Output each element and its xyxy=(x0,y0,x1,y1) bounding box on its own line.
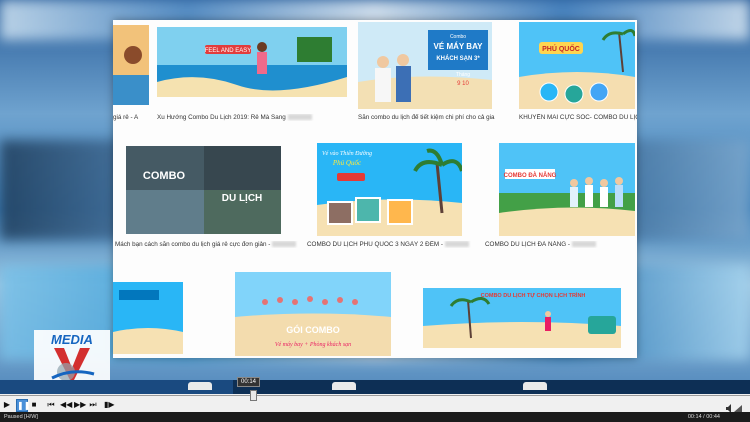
time-tooltip: 00:14 xyxy=(237,377,261,387)
time-display: 00:14 / 00:44 xyxy=(687,414,720,420)
thumb-text-phu-quoc-small: Phú Quốc xyxy=(332,159,362,167)
thumbnail-combo-da-nang[interactable]: COMBO ĐÀ NẴNG xyxy=(499,143,635,236)
thumbnail-partial-left[interactable] xyxy=(113,25,149,105)
thumb-text-ve-thien-duong: Vé vào Thiên Đường xyxy=(322,151,372,157)
volume-controls[interactable] xyxy=(726,400,742,413)
previous-button[interactable]: ⏮ xyxy=(46,399,56,410)
thumbnail-thien-duong[interactable]: Vé vào Thiên Đường Phú Quốc xyxy=(317,143,462,236)
fast-forward-button[interactable]: ▶▶ xyxy=(74,399,86,410)
caption-6[interactable]: COMBO DU LỊCH PHÚ QUỐC 3 NGÀY 2 ĐÊM - xyxy=(307,241,477,248)
thumbnail-combo-banner[interactable]: COMBO DU LỊCH TỰ CHỌN LỊCH TRÌNH xyxy=(423,288,621,348)
thumb-text-du-lich: DU LỊCH xyxy=(222,193,263,204)
chapter-marker[interactable] xyxy=(332,382,356,390)
thumb-text-khach-san: KHÁCH SẠN 3* xyxy=(436,55,480,62)
stop-button[interactable]: ■ xyxy=(29,399,39,410)
pause-button[interactable]: ❚❚ xyxy=(16,399,30,412)
status-bar: Paused [H/W] 00:14 / 00:44 xyxy=(0,412,750,422)
thumbnail-ve-may-bay[interactable]: Combo VÉ MÁY BAY KHÁCH SẠN 3* Tháng 9 10 xyxy=(358,22,492,109)
thumb-text-thang: Tháng xyxy=(456,72,470,78)
thumb-text-ve-may-bay: VÉ MÁY BAY xyxy=(434,42,484,51)
seek-track[interactable] xyxy=(0,395,750,396)
next-button[interactable]: ⏭ xyxy=(88,399,98,410)
thumbnail-combo-du-lich[interactable]: COMBO DU LỊCH xyxy=(126,146,281,234)
caption-7[interactable]: COMBO DU LỊCH ĐÀ NẴNG - xyxy=(485,241,635,248)
volume-slider-icon xyxy=(734,405,742,412)
thumb-text-goi-combo: GÓI COMBO xyxy=(286,324,340,335)
video-progress-bar[interactable] xyxy=(0,380,750,394)
playback-status: Paused [H/W] xyxy=(4,414,38,420)
thumbnail-phu-quoc[interactable]: PHÚ QUỐC xyxy=(519,22,635,109)
logo-text-media: MEDIA xyxy=(51,332,93,347)
thumb-text-combo-da-nang: COMBO ĐÀ NẴNG xyxy=(504,172,557,179)
thumbnail-partial-bottom-left[interactable] xyxy=(113,282,183,354)
video-frame[interactable]: giá rẻ - A FEEL AND EASY Xu Hướng Combo … xyxy=(0,0,750,380)
thumb-text-feel-and-easy: FEEL AND EASY xyxy=(205,48,251,54)
caption-3[interactable]: Săn combo du lịch để tiết kiệm chi phí c… xyxy=(358,114,508,121)
caption-2[interactable]: Xu Hướng Combo Du Lịch 2019: Rẻ Mà Sang xyxy=(157,114,357,121)
thumb-text-combo: COMBO xyxy=(143,170,186,182)
thumbnail-goi-combo[interactable]: GÓI COMBO Vé máy bay + Phòng khách sạn xyxy=(235,272,391,356)
thumb-text-combo-small: Combo xyxy=(450,34,466,40)
frame-step-button[interactable]: ▮▶ xyxy=(104,399,115,410)
caption-1[interactable]: giá rẻ - A xyxy=(113,114,153,121)
media-v-logo: MEDIA xyxy=(34,328,110,380)
thumb-text-ve-may-bay-ks: Vé máy bay + Phòng khách sạn xyxy=(275,342,351,348)
thumb-text-thang-num: 9 10 xyxy=(457,81,469,87)
caption-5[interactable]: Mách bạn cách săn combo du lịch giá rẻ c… xyxy=(115,241,305,248)
thumb-text-combo-banner: COMBO DU LỊCH TỰ CHỌN LỊCH TRÌNH xyxy=(481,291,586,299)
caption-4[interactable]: KHUYẾN MÃI CỰC SỐC- COMBO DU LỊC xyxy=(519,114,637,121)
search-results-panel: giá rẻ - A FEEL AND EASY Xu Hướng Combo … xyxy=(113,20,637,358)
rewind-button[interactable]: ◀◀ xyxy=(60,399,72,410)
play-button[interactable]: ▶ xyxy=(2,399,12,410)
seek-handle[interactable] xyxy=(250,390,257,401)
chapter-marker[interactable] xyxy=(188,382,212,390)
chapter-marker[interactable] xyxy=(523,382,547,390)
thumbnail-feel-and-easy[interactable]: FEEL AND EASY xyxy=(157,27,347,97)
